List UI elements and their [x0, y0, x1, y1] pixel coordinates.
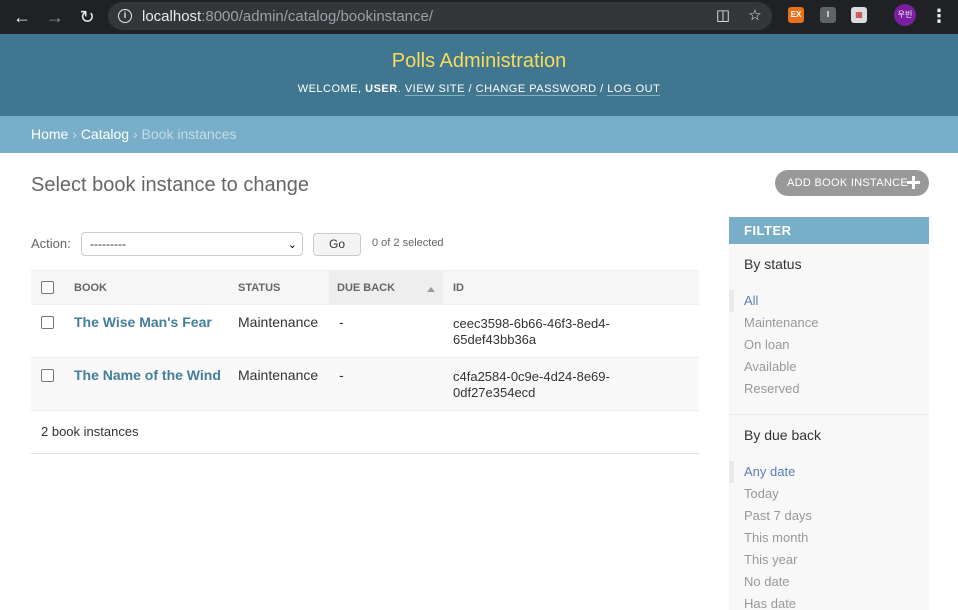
add-book-instance-button[interactable]: ADD BOOK INSTANCE: [775, 170, 929, 196]
filter-title-due-back: By due back: [744, 427, 822, 443]
status-cell: Maintenance: [238, 314, 319, 330]
filter-option[interactable]: All: [729, 290, 929, 312]
sort-ascending-icon[interactable]: [427, 287, 435, 292]
id-cell: ceec3598-6b66-46f3-8ed4- 65def43bb36a: [453, 316, 610, 347]
extension-icon[interactable]: I: [820, 7, 836, 23]
table-header: BOOK STATUS DUE BACK ID: [31, 270, 699, 305]
filter-option[interactable]: This year: [729, 549, 929, 571]
filter-option[interactable]: Today: [729, 483, 929, 505]
book-link[interactable]: The Wise Man's Fear: [74, 314, 212, 330]
profile-avatar[interactable]: 우빈: [894, 4, 916, 26]
selected-count: 0 of 2 selected: [372, 237, 444, 249]
due-back-filter-list: Any date Today Past 7 days This month Th…: [729, 451, 929, 610]
admin-header: Polls Administration Welcome, user. View…: [0, 34, 958, 116]
translate-icon[interactable]: ◫: [714, 7, 732, 25]
filter-option[interactable]: On loan: [729, 334, 929, 356]
row-checkbox[interactable]: [41, 316, 54, 329]
column-header-status[interactable]: STATUS: [230, 271, 329, 305]
address-bar[interactable]: i localhost:8000/admin/catalog/bookinsta…: [108, 2, 772, 30]
breadcrumb-current: Book instances: [141, 126, 237, 142]
back-arrow-icon[interactable]: ←: [10, 5, 34, 29]
table-row: The Wise Man's Fear Maintenance - ceec35…: [31, 305, 699, 358]
site-name[interactable]: Polls Administration: [0, 50, 958, 73]
action-select[interactable]: --------- ⌄: [81, 232, 303, 256]
table-row: The Name of the Wind Maintenance - c4fa2…: [31, 358, 699, 411]
chevron-down-icon: ⌄: [287, 239, 297, 251]
extension-icon[interactable]: ▦: [851, 7, 867, 23]
welcome-text: Welcome,: [297, 83, 366, 95]
breadcrumb-home[interactable]: Home: [31, 126, 68, 142]
paginator: 2 book instances: [31, 411, 699, 454]
due-back-cell: -: [339, 314, 344, 330]
username: user: [365, 83, 398, 95]
status-filter-list: All Maintenance On loan Available Reserv…: [729, 280, 929, 400]
filter-heading: FILTER: [729, 217, 929, 244]
forward-arrow-icon[interactable]: →: [43, 5, 67, 29]
status-cell: Maintenance: [238, 367, 319, 383]
column-header-book[interactable]: BOOK: [66, 271, 228, 305]
column-header-id[interactable]: ID: [445, 271, 695, 305]
action-label: Action:: [31, 236, 71, 251]
filter-option[interactable]: No date: [729, 571, 929, 593]
filter-option[interactable]: Has date: [729, 593, 929, 610]
filter-option[interactable]: Maintenance: [729, 312, 929, 334]
go-button[interactable]: Go: [313, 233, 361, 256]
filter-option[interactable]: Any date: [729, 461, 929, 483]
filter-option[interactable]: This month: [729, 527, 929, 549]
browser-menu-icon[interactable]: ⋮: [930, 5, 948, 29]
user-tools: Welcome, user. View site / Change passwo…: [297, 83, 661, 96]
due-back-cell: -: [339, 367, 344, 383]
extension-icon[interactable]: EX: [788, 7, 804, 23]
column-header-due-back[interactable]: DUE BACK: [329, 271, 443, 305]
log-out-link[interactable]: Log out: [607, 83, 661, 96]
bookmark-star-icon[interactable]: ☆: [746, 7, 764, 25]
row-checkbox[interactable]: [41, 369, 54, 382]
breadcrumb-catalog[interactable]: Catalog: [81, 126, 129, 142]
id-cell: c4fa2584-0c9e-4d24-8e69- 0df27e354ecd: [453, 369, 610, 400]
change-password-link[interactable]: Change password: [475, 83, 597, 96]
filter-option[interactable]: Reserved: [729, 378, 929, 400]
view-site-link[interactable]: View site: [404, 83, 465, 96]
filter-option[interactable]: Past 7 days: [729, 505, 929, 527]
browser-toolbar: ← → ↻ i localhost:8000/admin/catalog/boo…: [0, 0, 958, 34]
filter-option[interactable]: Available: [729, 356, 929, 378]
reload-icon[interactable]: ↻: [75, 5, 99, 29]
url-text[interactable]: localhost:8000/admin/catalog/bookinstanc…: [142, 8, 433, 25]
breadcrumb: Home › Catalog › Book instances: [0, 116, 958, 153]
page-title: Select book instance to change: [31, 174, 309, 196]
plus-icon: [907, 176, 920, 189]
select-all-checkbox[interactable]: [41, 281, 54, 294]
results-table: BOOK STATUS DUE BACK ID The Wise Man's F…: [31, 270, 699, 454]
filter-sidebar: FILTER By status All Maintenance On loan…: [729, 217, 929, 610]
site-info-icon[interactable]: i: [118, 9, 132, 23]
filter-title-status: By status: [744, 256, 802, 272]
book-link[interactable]: The Name of the Wind: [74, 367, 221, 383]
